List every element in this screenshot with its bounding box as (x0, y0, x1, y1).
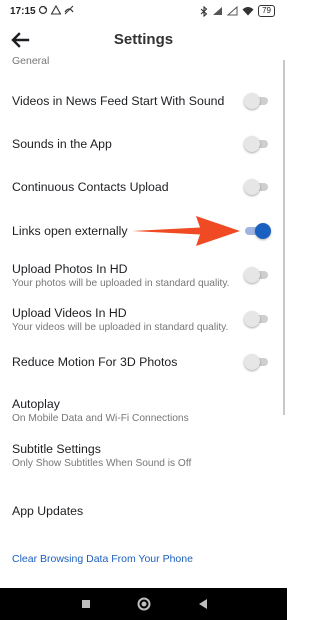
status-bar: 17:15 79 (0, 0, 287, 24)
setting-label: Subtitle Settings (12, 442, 101, 456)
setting-videos-hd[interactable]: Upload Videos In HD Your videos will be … (0, 302, 287, 338)
setting-contacts-upload[interactable]: Continuous Contacts Upload (0, 174, 287, 200)
setting-label: App Updates (12, 504, 84, 518)
setting-description: Your photos will be uploaded in standard… (12, 278, 230, 289)
annotation-arrow-icon (132, 216, 240, 246)
clear-browsing-data-link[interactable]: Clear Browsing Data From Your Phone (12, 553, 193, 565)
toggle-switch-on[interactable] (243, 222, 271, 240)
setting-videos-sound[interactable]: Videos in News Feed Start With Sound (0, 88, 287, 114)
setting-label: Continuous Contacts Upload (12, 180, 169, 194)
setting-label: Reduce Motion For 3D Photos (12, 355, 178, 369)
setting-sounds-app[interactable]: Sounds in the App (0, 131, 287, 157)
setting-description: On Mobile Data and Wi-Fi Connections (12, 413, 189, 424)
recents-button[interactable] (76, 594, 96, 614)
scrollbar[interactable] (283, 60, 285, 415)
setting-photos-hd[interactable]: Upload Photos In HD Your photos will be … (0, 258, 287, 294)
setting-label: Sounds in the App (12, 137, 112, 151)
navigation-bar (0, 588, 287, 620)
back-nav-button[interactable] (193, 594, 213, 614)
page-title: Settings (113, 31, 174, 48)
toggle-switch[interactable] (243, 310, 270, 328)
status-right-icons: 79 (200, 5, 275, 17)
app-header: Settings (0, 24, 287, 58)
setting-label: Upload Photos In HD (12, 262, 128, 276)
setting-app-updates[interactable]: App Updates (0, 498, 287, 524)
sync-icon (38, 5, 48, 15)
setting-label: Autoplay (12, 397, 60, 411)
setting-description: Your videos will be uploaded in standard… (12, 322, 229, 333)
battery-icon: 79 (258, 5, 275, 17)
bluetooth-icon (200, 5, 208, 17)
setting-subtitles[interactable]: Subtitle Settings Only Show Subtitles Wh… (0, 438, 287, 474)
setting-label: Upload Videos In HD (12, 306, 127, 320)
section-label-general: General (12, 55, 50, 67)
square-recents-icon (82, 600, 90, 608)
circle-home-icon (137, 597, 151, 611)
unknown-icon (64, 5, 74, 15)
triangle-back-icon (199, 599, 207, 609)
setting-autoplay[interactable]: Autoplay On Mobile Data and Wi-Fi Connec… (0, 393, 287, 429)
toggle-switch[interactable] (243, 178, 270, 196)
wifi-icon (242, 7, 254, 16)
home-button[interactable] (134, 594, 154, 614)
toggle-switch[interactable] (243, 266, 270, 284)
setting-label: Links open externally (12, 224, 128, 238)
signal-icon (213, 7, 223, 15)
status-time: 17:15 (10, 6, 36, 17)
setting-reduce-motion[interactable]: Reduce Motion For 3D Photos (0, 349, 287, 375)
toggle-switch[interactable] (243, 353, 270, 371)
toggle-switch[interactable] (243, 135, 270, 153)
setting-description: Only Show Subtitles When Sound is Off (12, 458, 192, 469)
triangle-icon (51, 5, 61, 15)
toggle-switch[interactable] (243, 92, 270, 110)
signal-icon (227, 6, 238, 16)
status-left-icons (38, 5, 74, 15)
setting-label: Videos in News Feed Start With Sound (12, 94, 225, 108)
